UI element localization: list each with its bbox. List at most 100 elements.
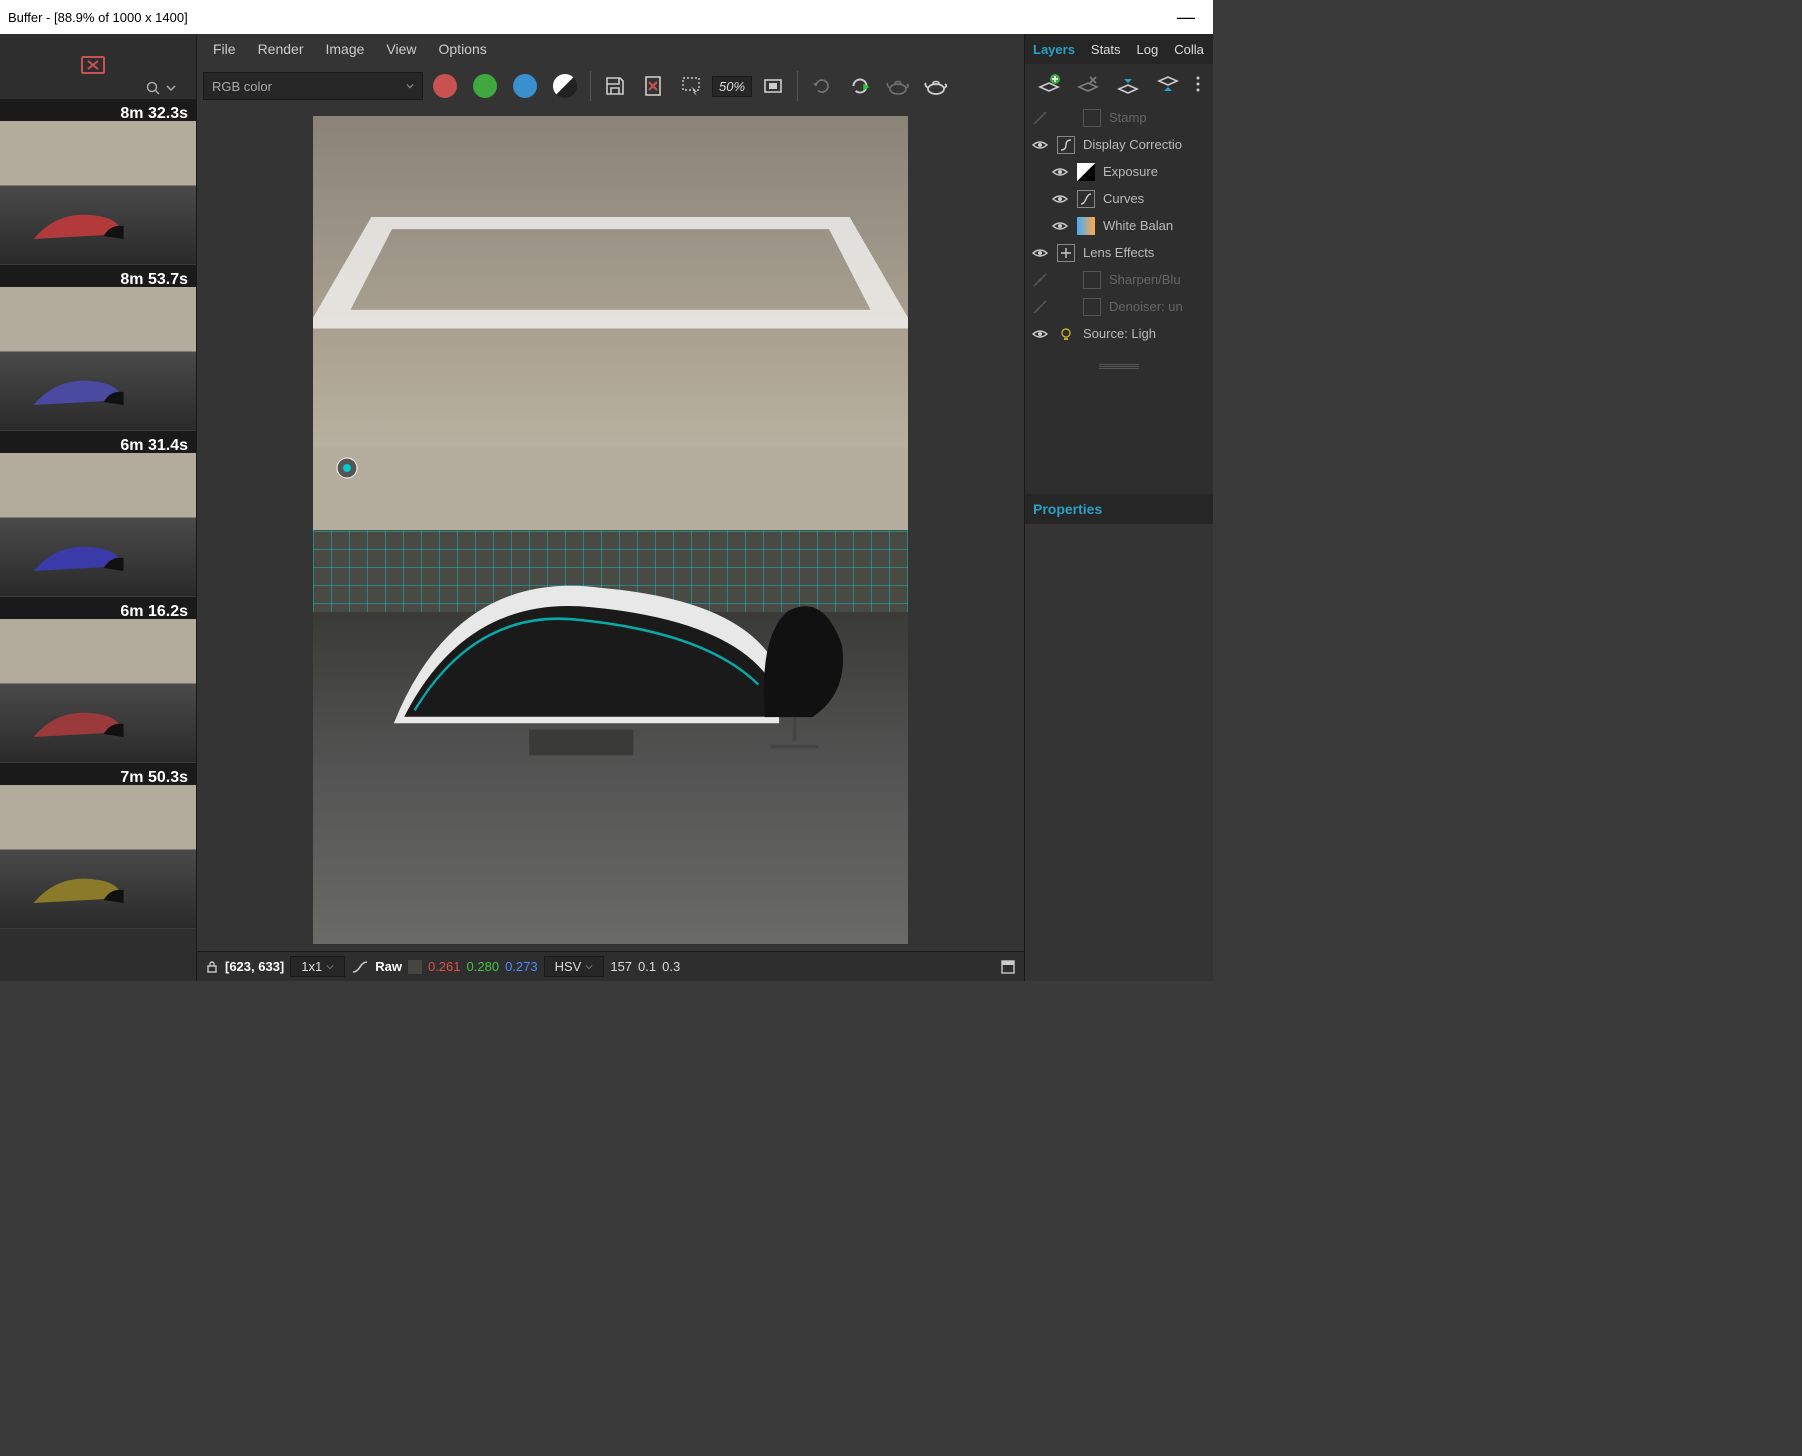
zoom-label: 50%	[719, 79, 745, 94]
visibility-toggle[interactable]	[1031, 325, 1049, 343]
layer-item[interactable]: Denoiser: un	[1025, 293, 1213, 320]
delete-button[interactable]	[636, 69, 670, 103]
properties-body	[1025, 524, 1213, 981]
visibility-toggle[interactable]	[1051, 190, 1069, 208]
layer-label: Stamp	[1109, 110, 1147, 125]
exposure-icon	[1077, 163, 1095, 181]
visibility-toggle[interactable]	[1031, 298, 1049, 316]
hsv-h-value: 157	[610, 959, 632, 974]
visibility-toggle[interactable]	[1051, 217, 1069, 235]
search-icon[interactable]	[146, 81, 160, 95]
raw-label: Raw	[375, 959, 402, 974]
menu-render[interactable]: Render	[248, 37, 314, 61]
layer-label: Display Correctio	[1083, 137, 1182, 152]
teapot-active-button[interactable]	[919, 69, 953, 103]
menu-image[interactable]: Image	[315, 37, 374, 61]
pixel-size-label: 1x1	[301, 959, 322, 974]
color-mode-select[interactable]: RGB color	[203, 72, 423, 100]
layer-label: Source: Ligh	[1083, 326, 1156, 341]
visibility-toggle[interactable]	[1031, 271, 1049, 289]
render-history-list[interactable]: 8m 32.3s 8m 53.7s 6m 31.4s 6m 16.2s	[0, 99, 196, 981]
play-refresh-button[interactable]	[843, 69, 877, 103]
panel-spacer	[1025, 364, 1213, 494]
layer-item[interactable]: Sharpen/Blu	[1025, 266, 1213, 293]
history-thumb[interactable]: 6m 16.2s	[0, 597, 196, 763]
pixel-size-select[interactable]: 1x1	[290, 956, 345, 977]
visibility-toggle[interactable]	[1031, 136, 1049, 154]
render-image	[313, 116, 908, 944]
region-select-button[interactable]	[674, 69, 708, 103]
channel-red-button[interactable]	[433, 74, 457, 98]
chevron-down-icon	[406, 82, 414, 90]
zoom-level[interactable]: 50%	[712, 76, 752, 97]
center-panel: File Render Image View Options RGB color…	[197, 34, 1024, 981]
layer-item[interactable]: Stamp	[1025, 104, 1213, 131]
refresh-button[interactable]	[805, 69, 839, 103]
drag-handle-icon[interactable]	[1099, 364, 1139, 370]
layer-down-button[interactable]	[1156, 73, 1180, 95]
menu-view[interactable]: View	[376, 37, 426, 61]
teapot-button[interactable]	[881, 69, 915, 103]
curve-icon[interactable]	[351, 960, 369, 974]
lock-icon[interactable]	[205, 960, 219, 974]
render-time: 8m 32.3s	[120, 105, 188, 123]
layer-item[interactable]: Source: Ligh	[1025, 320, 1213, 347]
more-icon[interactable]	[1195, 75, 1201, 93]
layer-item[interactable]: Exposure	[1025, 158, 1213, 185]
hsv-s-value: 0.1	[638, 959, 656, 974]
minimize-button[interactable]: —	[1177, 7, 1205, 28]
layer-label: Exposure	[1103, 164, 1158, 179]
save-button[interactable]	[598, 69, 632, 103]
history-panel: 8m 32.3s 8m 53.7s 6m 31.4s 6m 16.2s	[0, 34, 197, 981]
history-thumb[interactable]: 8m 32.3s	[0, 99, 196, 265]
history-thumb[interactable]: 6m 31.4s	[0, 431, 196, 597]
chevron-down-icon[interactable]	[166, 83, 176, 93]
stamp-icon	[1083, 109, 1101, 127]
hsv-label: HSV	[555, 959, 582, 974]
thumb-preview	[0, 619, 196, 762]
expand-icon[interactable]	[1000, 959, 1016, 975]
tab-stats[interactable]: Stats	[1083, 36, 1129, 63]
layer-item[interactable]: White Balan	[1025, 212, 1213, 239]
layer-label: Curves	[1103, 191, 1144, 206]
status-bar: [623, 633] 1x1 Raw 0.261 0.280 0.273 HSV…	[197, 951, 1024, 981]
channel-mono-button[interactable]	[553, 74, 577, 98]
properties-title: Properties	[1033, 501, 1102, 517]
layer-up-button[interactable]	[1116, 73, 1140, 95]
channel-green-button[interactable]	[473, 74, 497, 98]
layer-item[interactable]: Display Correctio	[1025, 131, 1213, 158]
tab-log[interactable]: Log	[1129, 36, 1167, 63]
thumb-preview	[0, 287, 196, 430]
clear-history-button[interactable]	[78, 51, 108, 77]
remove-layer-button[interactable]	[1076, 73, 1100, 95]
menu-file[interactable]: File	[203, 37, 246, 61]
render-time: 6m 31.4s	[120, 437, 188, 455]
thumb-preview	[0, 453, 196, 596]
layer-label: Lens Effects	[1083, 245, 1154, 260]
whitebalance-icon	[1077, 217, 1095, 235]
channel-blue-button[interactable]	[513, 74, 537, 98]
visibility-toggle[interactable]	[1031, 244, 1049, 262]
colorspace-select[interactable]: HSV	[544, 956, 605, 977]
lightbulb-icon	[1057, 325, 1075, 343]
add-layer-button[interactable]	[1037, 73, 1061, 95]
fit-window-button[interactable]	[756, 69, 790, 103]
menu-options[interactable]: Options	[429, 37, 497, 61]
history-thumb[interactable]: 8m 53.7s	[0, 265, 196, 431]
render-viewport[interactable]	[197, 108, 1024, 951]
thumb-preview	[0, 785, 196, 928]
layer-label: Denoiser: un	[1109, 299, 1183, 314]
cursor-coords: [623, 633]	[225, 959, 284, 974]
layer-item[interactable]: Lens Effects	[1025, 239, 1213, 266]
properties-header[interactable]: Properties	[1025, 494, 1213, 524]
visibility-toggle[interactable]	[1031, 109, 1049, 127]
menu-bar: File Render Image View Options	[197, 34, 1024, 64]
toolbar: RGB color 50%	[197, 64, 1024, 108]
tab-layers[interactable]: Layers	[1025, 36, 1083, 63]
window-title: Buffer - [88.9% of 1000 x 1400]	[8, 10, 188, 25]
visibility-toggle[interactable]	[1051, 163, 1069, 181]
history-thumb[interactable]: 7m 50.3s	[0, 763, 196, 929]
tab-collab[interactable]: Colla	[1166, 36, 1212, 63]
layer-item[interactable]: Curves	[1025, 185, 1213, 212]
sharpen-icon	[1083, 271, 1101, 289]
